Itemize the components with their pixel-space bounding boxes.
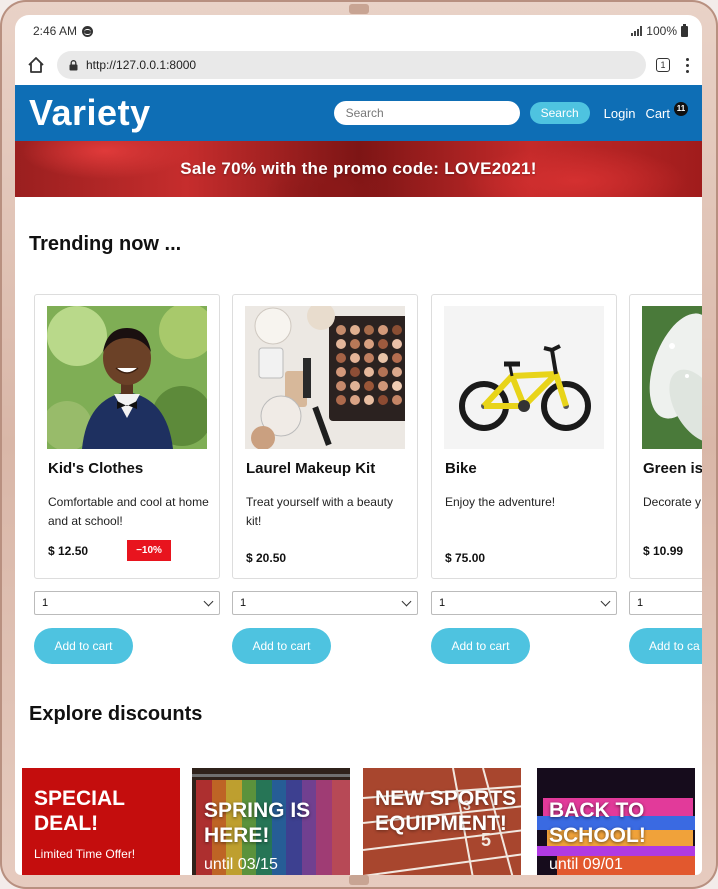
- product-image: [642, 306, 702, 449]
- discount-card[interactable]: SPECIAL DEAL! Limited Time Offer!: [22, 768, 180, 875]
- tab-switcher-icon[interactable]: 1: [656, 58, 670, 72]
- product-price: $ 12.50: [48, 544, 89, 558]
- url-text: http://127.0.0.1:8000: [86, 58, 197, 72]
- quantity-select[interactable]: 1: [629, 591, 702, 615]
- url-field[interactable]: http://127.0.0.1:8000: [57, 51, 646, 79]
- quantity-value: 1: [637, 597, 644, 609]
- quantity-select[interactable]: 1: [232, 591, 418, 615]
- spotify-icon: [82, 25, 94, 37]
- site-navbar: Variety Search Login Cart 11: [15, 85, 702, 141]
- product-description: Comfortable and cool at home and at scho…: [48, 495, 209, 528]
- discount-title: SPECIAL DEAL!: [34, 787, 125, 835]
- discount-card[interactable]: SPRING IS HERE! until 03/15: [192, 768, 350, 875]
- login-link[interactable]: Login: [604, 106, 636, 121]
- product-price: $ 20.50: [246, 551, 287, 565]
- discount-title: SPRING IS HERE!: [204, 799, 311, 847]
- discount-title: BACK TO SCHOOL!: [549, 799, 646, 847]
- discount-subtitle: Limited Time Offer!: [34, 847, 136, 861]
- chevron-down-icon: [401, 596, 412, 606]
- phone-frame: 2:46 AM 100% http://127.0.0.1:8000 1 Var…: [0, 0, 718, 889]
- cart-count-badge: 11: [674, 101, 688, 116]
- status-bar: 2:46 AM 100%: [15, 15, 702, 47]
- product-description: Decorate y with plants: [643, 495, 702, 509]
- search-input[interactable]: [333, 101, 520, 125]
- quantity-value: 1: [240, 597, 247, 609]
- discounts-title: Explore discounts: [29, 703, 203, 725]
- add-to-cart-button[interactable]: Add to cart: [34, 628, 133, 664]
- browser-address-bar: http://127.0.0.1:8000 1: [15, 47, 702, 83]
- product-image: [444, 306, 604, 449]
- quantity-select[interactable]: 1: [431, 591, 617, 615]
- add-to-cart-button[interactable]: Add to cart: [431, 628, 530, 664]
- product-price: $ 10.99: [643, 544, 684, 558]
- quantity-select[interactable]: 1: [34, 591, 220, 615]
- product-name: Laurel Makeup Kit: [246, 460, 376, 477]
- home-icon[interactable]: [25, 54, 47, 76]
- add-to-cart-button[interactable]: Add to ca: [629, 628, 702, 664]
- more-menu-icon[interactable]: [680, 57, 694, 73]
- hinge-top: [349, 4, 369, 14]
- quantity-value: 1: [42, 597, 49, 609]
- product-card[interactable]: Green is Decorate y with plants $ 10.99: [629, 294, 702, 579]
- discount-card[interactable]: 5 3 NEW SPORTS EQUIPMENT!: [363, 768, 521, 875]
- lock-icon: [69, 59, 78, 70]
- product-name: Green is: [643, 460, 702, 477]
- product-description: Treat yourself with a beauty kit!: [246, 495, 393, 528]
- status-time: 2:46 AM: [33, 24, 78, 38]
- cart-label: Cart: [645, 105, 670, 121]
- product-image: [47, 306, 207, 449]
- product-price: $ 75.00: [445, 551, 486, 565]
- product-name: Kid's Clothes: [48, 460, 144, 477]
- trending-title: Trending now ...: [29, 233, 182, 255]
- discount-title: NEW SPORTS EQUIPMENT!: [375, 787, 517, 835]
- discount-card[interactable]: BACK TO SCHOOL! until 09/01: [537, 768, 695, 875]
- product-card[interactable]: Laurel Makeup Kit Treat yourself with a …: [232, 294, 418, 579]
- promo-text: Sale 70% with the promo code: LOVE2021!: [180, 159, 537, 178]
- product-card[interactable]: Bike Enjoy the adventure! $ 75.00: [431, 294, 617, 579]
- tab-count: 1: [660, 60, 666, 70]
- brand-logo[interactable]: Variety: [29, 92, 151, 134]
- product-name: Bike: [445, 460, 477, 477]
- battery-percent: 100%: [646, 24, 677, 38]
- add-to-cart-button[interactable]: Add to cart: [232, 628, 331, 664]
- product-card[interactable]: Kid's Clothes Comfortable and cool at ho…: [34, 294, 220, 579]
- battery-icon: [681, 23, 688, 37]
- discount-subtitle: until 03/15: [204, 856, 278, 873]
- cart-link[interactable]: Cart 11: [645, 101, 688, 121]
- promo-banner: Sale 70% with the promo code: LOVE2021!: [15, 141, 702, 197]
- product-image: [245, 306, 405, 449]
- screen: 2:46 AM 100% http://127.0.0.1:8000 1 Var…: [15, 15, 702, 875]
- signal-icon: [631, 26, 643, 36]
- discount-badge: −10%: [127, 540, 171, 561]
- hinge-bottom: [349, 875, 369, 885]
- chevron-down-icon: [600, 596, 611, 606]
- quantity-value: 1: [439, 597, 446, 609]
- discount-subtitle: until 09/01: [549, 856, 623, 873]
- product-description: Enjoy the adventure!: [445, 495, 556, 509]
- chevron-down-icon: [203, 596, 214, 606]
- search-button[interactable]: Search: [529, 102, 590, 124]
